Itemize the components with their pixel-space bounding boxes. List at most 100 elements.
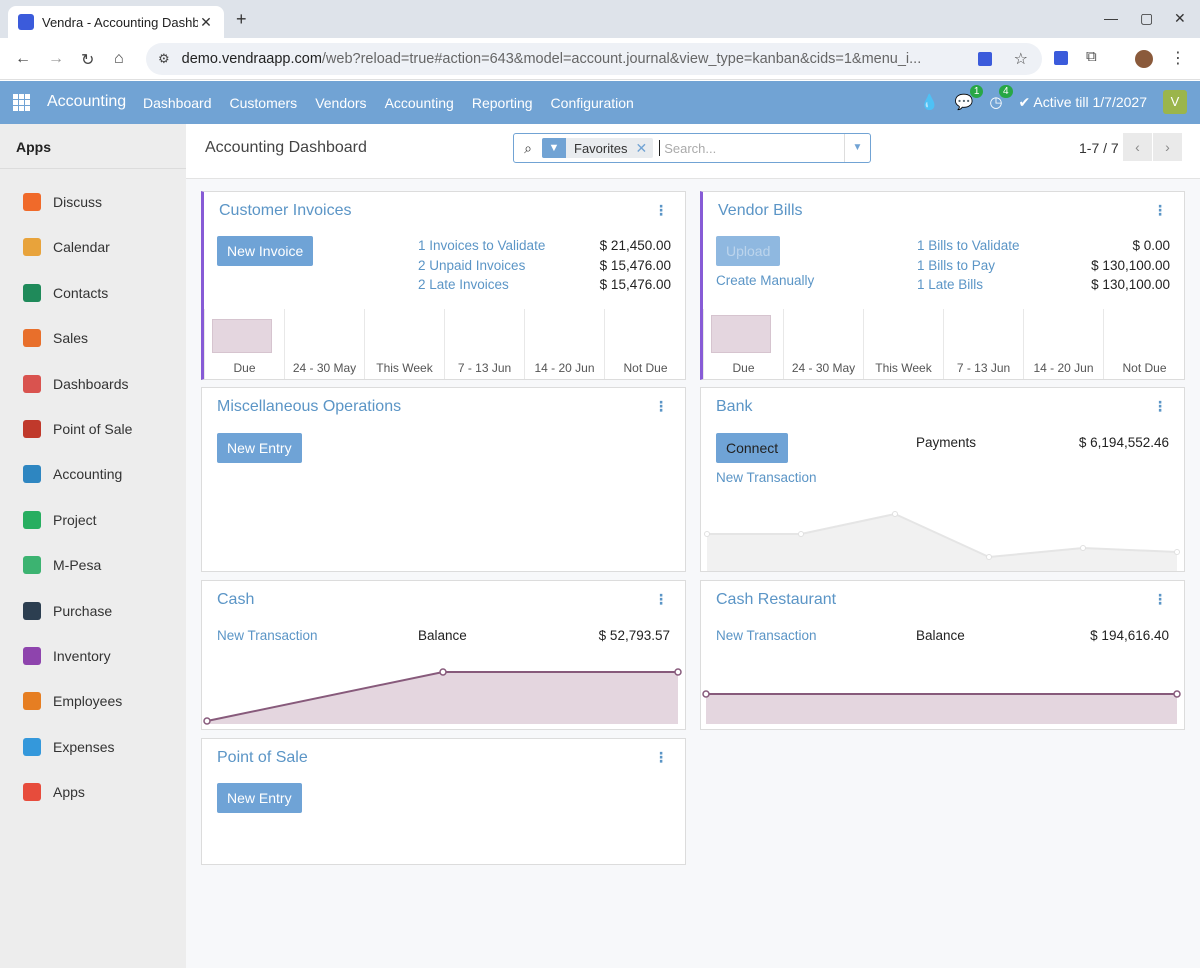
sidebar-item-discuss[interactable]: Discuss [0,182,186,222]
user-avatar[interactable]: V [1163,90,1187,114]
pager-previous-icon[interactable]: ‹ [1123,133,1152,161]
search-icon[interactable]: ⌕ [514,140,542,157]
invoices-bar-graph[interactable]: Due 24 - 30 May This Week 7 - 13 Jun 14 … [204,309,686,379]
accounting-app-icon [23,465,41,484]
remove-facet-icon[interactable]: ✕ [635,140,653,157]
late-bills-link[interactable]: 1 Late Bills [917,277,983,292]
card-title[interactable]: Cash Restaurant [716,591,836,609]
menu-customers[interactable]: Customers [230,95,298,111]
maximize-icon[interactable]: ▢ [1140,10,1153,27]
app-name[interactable]: Accounting [47,93,126,111]
card-menu-icon[interactable]: ⋮ [654,591,668,608]
sidebar-item-inventory[interactable]: Inventory [0,636,186,676]
drop-icon[interactable]: 💧 [920,93,939,111]
card-title[interactable]: Bank [716,398,752,416]
card-menu-icon[interactable]: ⋮ [1153,202,1167,219]
activities-clock-icon[interactable]: ◷ 4 [989,85,1013,111]
close-window-icon[interactable]: ✕ [1174,10,1186,27]
menu-configuration[interactable]: Configuration [551,95,634,111]
sidebar-item-expenses[interactable]: Expenses [0,727,186,767]
card-menu-icon[interactable]: ⋮ [654,202,668,219]
menu-accounting[interactable]: Accounting [385,95,454,111]
bar-column: Not Due [1103,309,1185,379]
new-transaction-link[interactable]: New Transaction [217,628,318,643]
bills-to-pay-link[interactable]: 1 Bills to Pay [917,258,995,273]
customer-invoices-card: Customer Invoices ⋮ New Invoice 1 Invoic… [201,191,686,380]
extension-icon[interactable] [978,52,992,66]
bookmark-star-icon[interactable]: ☆ [1014,49,1028,69]
bank-card: Bank ⋮ Connect New Transaction Payments … [700,387,1185,572]
cash-restaurant-line-graph[interactable] [701,661,1184,729]
connect-button[interactable]: Connect [716,433,789,463]
bills-to-validate-link[interactable]: 1 Bills to Validate [917,238,1020,253]
card-menu-icon[interactable]: ⋮ [1153,591,1167,608]
card-menu-icon[interactable]: ⋮ [1153,398,1167,415]
menu-dashboard[interactable]: Dashboard [143,95,212,111]
pager-next-icon[interactable]: › [1153,133,1182,161]
browser-tab[interactable]: Vendra - Accounting Dashboard ✕ [8,6,224,38]
card-title[interactable]: Vendor Bills [718,202,803,220]
sidebar-item-purchase[interactable]: Purchase [0,591,186,631]
apps-sidebar: Apps Discuss Calendar Contacts Sales Dashboa… [0,124,186,968]
extension-icon[interactable] [1054,51,1068,65]
project-app-icon [23,510,41,529]
employees-app-icon [23,692,41,711]
new-transaction-link[interactable]: New Transaction [716,628,817,643]
balance-label: Balance [916,628,965,643]
search-input[interactable] [659,140,844,156]
invoices-to-validate-link[interactable]: 1 Invoices to Validate [418,238,545,253]
cash-line-graph[interactable] [202,661,685,729]
card-title[interactable]: Point of Sale [217,749,308,767]
apps-grid-icon[interactable] [13,94,30,111]
sidebar-item-accounting[interactable]: Accounting [0,454,186,494]
sidebar-item-apps[interactable]: Apps [0,772,186,812]
new-tab-icon[interactable]: + [236,9,247,30]
card-menu-icon[interactable]: ⋮ [654,398,668,415]
calendar-app-icon [23,238,41,257]
close-tab-icon[interactable]: ✕ [198,14,214,31]
home-icon[interactable]: ⌂ [114,50,124,68]
menu-reporting[interactable]: Reporting [472,95,533,111]
back-icon[interactable]: ← [15,50,31,68]
new-entry-button[interactable]: New Entry [217,783,302,813]
sidebar-item-project[interactable]: Project [0,500,186,540]
new-transaction-link[interactable]: New Transaction [716,470,817,485]
card-title[interactable]: Miscellaneous Operations [217,398,401,416]
new-entry-button[interactable]: New Entry [217,433,302,463]
menu-vendors[interactable]: Vendors [315,95,366,111]
browser-toolbar: ← → ↻ ⌂ ⚙ demo.vendraapp.com/web?reload=… [0,38,1200,80]
card-title[interactable]: Customer Invoices [219,202,352,220]
late-invoices-link[interactable]: 2 Late Invoices [418,277,509,292]
forward-icon[interactable]: → [48,50,64,68]
bar-label: 24 - 30 May [791,361,856,375]
messages-icon[interactable]: 💬 1 [955,85,984,111]
sidebar-item-calendar[interactable]: Calendar [0,227,186,267]
check-circle-icon: ✔ [1018,93,1034,110]
create-manually-link[interactable]: Create Manually [716,273,814,288]
sidebar-item-dashboards[interactable]: Dashboards [0,364,186,404]
late-bills-amount: $ 130,100.00 [1091,277,1170,292]
sidebar-item-contacts[interactable]: Contacts [0,273,186,313]
bank-line-graph[interactable] [701,511,1184,571]
sidebar-item-employees[interactable]: Employees [0,681,186,721]
card-menu-icon[interactable]: ⋮ [654,749,668,766]
minimize-icon[interactable]: — [1104,10,1118,26]
sidebar-item-m-pesa[interactable]: M-Pesa [0,545,186,585]
sidebar-item-point-of-sale[interactable]: Point of Sale [0,409,186,449]
upload-button[interactable]: Upload [716,236,781,266]
card-title[interactable]: Cash [217,591,254,609]
browser-menu-icon[interactable]: ⋮ [1170,48,1186,68]
bills-bar-graph[interactable]: Due 24 - 30 May This Week 7 - 13 Jun 14 … [703,309,1185,379]
reload-icon[interactable]: ↻ [81,50,94,70]
new-invoice-button[interactable]: New Invoice [217,236,314,266]
extensions-puzzle-icon[interactable]: ⧉ [1086,48,1097,65]
unpaid-invoices-link[interactable]: 2 Unpaid Invoices [418,258,525,273]
site-info-icon[interactable]: ⚙ [158,51,170,67]
address-bar[interactable]: ⚙ demo.vendraapp.com/web?reload=true#act… [146,43,1042,75]
search-options-toggle-icon[interactable]: ▼ [844,134,870,162]
balance-amount: $ 194,616.40 [1090,628,1169,643]
sidebar-item-sales[interactable]: Sales [0,318,186,358]
sidebar-item-label: Expenses [53,738,115,755]
profile-avatar[interactable] [1135,50,1153,68]
pager-value[interactable]: 1-7 / 7 [1079,140,1119,156]
